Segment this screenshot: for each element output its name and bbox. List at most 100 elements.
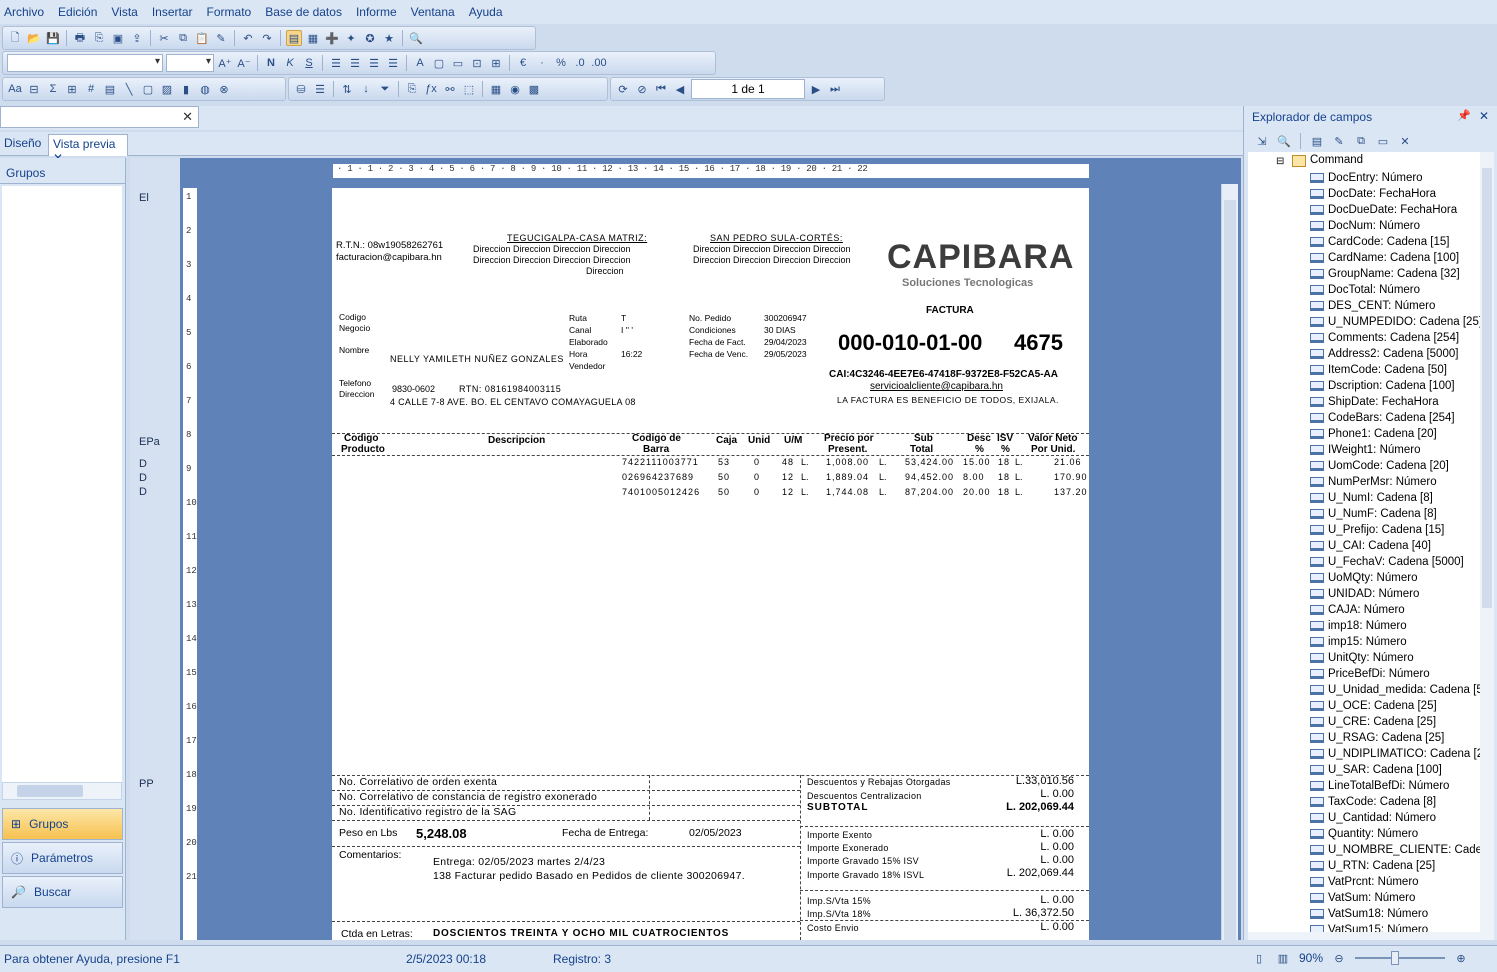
rename-field-icon[interactable]: ▭ bbox=[1375, 133, 1391, 149]
justify-icon[interactable]: ☰ bbox=[385, 55, 401, 71]
first-page-icon[interactable]: ⏮ bbox=[653, 81, 669, 97]
close-circle-icon[interactable]: ⊗ bbox=[216, 81, 232, 97]
groups-tree[interactable] bbox=[2, 186, 122, 786]
increase-decimal-icon[interactable]: .0 bbox=[572, 55, 588, 71]
menu-informe[interactable]: Informe bbox=[356, 5, 397, 19]
find-icon[interactable]: 🔍 bbox=[408, 30, 424, 46]
report-options-icon[interactable]: ★ bbox=[381, 30, 397, 46]
grid-icon[interactable]: ▦ bbox=[305, 30, 321, 46]
field-tree-hscrollbar[interactable] bbox=[1248, 932, 1494, 940]
thousands-icon[interactable]: · bbox=[534, 55, 550, 71]
field-item[interactable]: U_NumF: Cadena [8] bbox=[1310, 506, 1437, 522]
field-item[interactable]: U_OCE: Cadena [25] bbox=[1310, 698, 1437, 714]
menu-vista[interactable]: Vista bbox=[111, 5, 137, 19]
map-icon[interactable]: ◍ bbox=[197, 81, 213, 97]
delete-field-icon[interactable]: ✕ bbox=[1397, 133, 1413, 149]
menu-formato[interactable]: Formato bbox=[207, 5, 252, 19]
format-painter-icon[interactable]: ✎ bbox=[213, 30, 229, 46]
field-item[interactable]: U_NUMPEDIDO: Cadena [25] bbox=[1310, 314, 1480, 330]
field-item[interactable]: CodeBars: Cadena [254] bbox=[1310, 410, 1455, 426]
field-tree-scrollbar[interactable] bbox=[1480, 152, 1494, 932]
document-tab[interactable]: ✕ bbox=[0, 106, 199, 128]
pin-icon[interactable]: 📌 bbox=[1457, 109, 1471, 122]
text-object-icon[interactable]: Aa bbox=[7, 81, 23, 97]
decrease-decimal-icon[interactable]: .00 bbox=[591, 55, 607, 71]
menu-ayuda[interactable]: Ayuda bbox=[469, 5, 503, 19]
field-item[interactable]: DocDate: FechaHora bbox=[1310, 186, 1436, 202]
close-icon[interactable]: ✕ bbox=[1479, 109, 1489, 123]
box-icon[interactable]: ▢ bbox=[140, 81, 156, 97]
link-icon[interactable]: ⚯ bbox=[442, 81, 458, 97]
database-expert-icon[interactable]: ✪ bbox=[362, 30, 378, 46]
insert-field-icon[interactable]: ⇲ bbox=[1254, 133, 1270, 149]
database-icon[interactable]: ⛁ bbox=[293, 81, 309, 97]
format-icon[interactable]: ▭ bbox=[450, 55, 466, 71]
nav-buscar[interactable]: 🔎 Buscar bbox=[2, 876, 123, 908]
field-item[interactable]: U_Prefijo: Cadena [15] bbox=[1310, 522, 1444, 538]
sort-expert-icon[interactable]: ↓ bbox=[358, 81, 374, 97]
bold-icon[interactable]: N bbox=[263, 55, 279, 71]
formula-icon[interactable]: ƒx bbox=[423, 81, 439, 97]
band-report-header[interactable]: El bbox=[139, 192, 149, 204]
field-item[interactable]: DocTotal: Número bbox=[1310, 282, 1420, 298]
italic-icon[interactable]: K bbox=[282, 55, 298, 71]
close-icon[interactable]: ✕ bbox=[182, 109, 193, 125]
nav-grupos[interactable]: ⊞ Grupos bbox=[2, 808, 123, 840]
nav-parametros[interactable]: ⓘ Parámetros bbox=[2, 842, 123, 874]
save-icon[interactable]: 💾 bbox=[45, 30, 61, 46]
line-icon[interactable]: ╲ bbox=[121, 81, 137, 97]
field-item[interactable]: ItemCode: Cadena [50] bbox=[1310, 362, 1447, 378]
field-item[interactable]: imp15: Número bbox=[1310, 634, 1407, 650]
align-center-icon[interactable]: ☰ bbox=[347, 55, 363, 71]
print-icon[interactable]: 🖶 bbox=[72, 30, 88, 46]
font-name-select[interactable] bbox=[7, 54, 163, 72]
currency-icon[interactable]: € bbox=[515, 55, 531, 71]
paste-icon[interactable]: 📋 bbox=[194, 30, 210, 46]
field-item[interactable]: Quantity: Número bbox=[1310, 826, 1418, 842]
field-item[interactable]: DocEntry: Número bbox=[1310, 170, 1423, 186]
collapse-icon[interactable]: ⊟ bbox=[1276, 156, 1284, 167]
suppress-icon[interactable]: ⊡ bbox=[469, 55, 485, 71]
next-page-icon[interactable]: ▶ bbox=[808, 81, 824, 97]
band-page-header[interactable]: EPa bbox=[139, 436, 160, 448]
copy-icon[interactable]: ⧉ bbox=[175, 30, 191, 46]
tree-root-command[interactable]: Command bbox=[1310, 154, 1363, 166]
cut-icon[interactable]: ✂ bbox=[156, 30, 172, 46]
field-item[interactable]: U_RTN: Cadena [25] bbox=[1310, 858, 1435, 874]
preview-vscrollbar[interactable] bbox=[1221, 184, 1238, 948]
copy-page-icon[interactable]: ⎘ bbox=[91, 30, 107, 46]
field-item[interactable]: DocNum: Número bbox=[1310, 218, 1420, 234]
tab-preview[interactable]: Vista previa ✕ bbox=[48, 134, 128, 165]
field-item[interactable]: IWeight1: Número bbox=[1310, 442, 1420, 458]
field-item[interactable]: Address2: Cadena [5000] bbox=[1310, 346, 1458, 362]
field-item[interactable]: UoMQty: Número bbox=[1310, 570, 1417, 586]
field-item[interactable]: U_RSAG: Cadena [25] bbox=[1310, 730, 1444, 746]
field-icon[interactable]: ⎘ bbox=[404, 81, 420, 97]
field-item[interactable]: CAJA: Número bbox=[1310, 602, 1405, 618]
globe-icon[interactable]: ◉ bbox=[507, 81, 523, 97]
field-item[interactable]: NumPerMsr: Número bbox=[1310, 474, 1437, 490]
cross-tab-icon[interactable]: ⊞ bbox=[64, 81, 80, 97]
field-item[interactable]: CardCode: Cadena [15] bbox=[1310, 234, 1449, 250]
group-icon[interactable]: ⊟ bbox=[26, 81, 42, 97]
stop-icon[interactable]: ⊘ bbox=[634, 81, 650, 97]
field-item[interactable]: UnitQty: Número bbox=[1310, 650, 1414, 666]
duplicate-field-icon[interactable]: ⧉ bbox=[1353, 133, 1369, 149]
insert-icon[interactable]: ➕ bbox=[324, 30, 340, 46]
field-item[interactable]: VatSum15: Número bbox=[1310, 922, 1428, 932]
undo-icon[interactable]: ↶ bbox=[240, 30, 256, 46]
field-item[interactable]: DocDueDate: FechaHora bbox=[1310, 202, 1457, 218]
refresh-icon[interactable]: ⟳ bbox=[615, 81, 631, 97]
menu-edicion[interactable]: Edición bbox=[58, 5, 97, 19]
picture-icon[interactable]: ▨ bbox=[159, 81, 175, 97]
field-item[interactable]: U_NOMBRE_CLIENTE: Cadena bbox=[1310, 842, 1480, 858]
field-item[interactable]: U_NDIPLIMATICO: Cadena [25] bbox=[1310, 746, 1480, 762]
shrink-font-icon[interactable]: A⁻ bbox=[236, 55, 252, 71]
font-color-icon[interactable]: A bbox=[412, 55, 428, 71]
page-view-icon[interactable]: ▯ bbox=[1251, 950, 1267, 966]
redo-icon[interactable]: ↷ bbox=[259, 30, 275, 46]
field-item[interactable]: CardName: Cadena [100] bbox=[1310, 250, 1459, 266]
page-indicator-input[interactable]: 1 de 1 bbox=[691, 79, 805, 99]
lock-icon[interactable]: ▩ bbox=[526, 81, 542, 97]
zoom-out-icon[interactable]: ⊖ bbox=[1331, 950, 1347, 966]
